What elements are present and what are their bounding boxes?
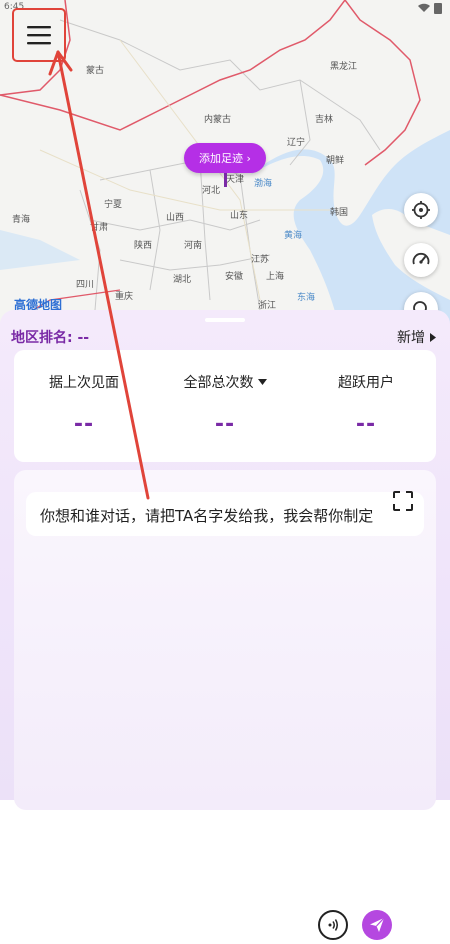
map-label-east-sea: 东海 — [297, 293, 316, 303]
caret-down-icon — [257, 379, 267, 385]
chat-card: 你想和谁对话，请把TA名字发给我，我会帮你制定 — [14, 470, 436, 944]
map-label-bohai: 渤海 — [254, 179, 273, 189]
map-label-hubei: 湖北 — [173, 275, 192, 285]
map-label-shanxi: 山西 — [166, 213, 185, 223]
speedometer-icon — [412, 252, 430, 265]
map-label-inner-mongolia: 内蒙古 — [204, 115, 232, 125]
stat-value: -- — [214, 412, 236, 437]
stat-value: -- — [73, 412, 95, 437]
crosshair-icon — [412, 201, 430, 219]
fullscreen-button[interactable] — [390, 488, 416, 514]
map-label-heilongjiang: 黑龙江 — [330, 62, 358, 72]
region-rank: 地区排名: -- — [11, 327, 89, 347]
map-view[interactable]: 6:45 蒙古 黑龙江 内蒙古 吉林 辽宁 朝鲜 天津 河北 宁夏 山西 山东 … — [0, 0, 450, 330]
map-label-qinghai: 青海 — [12, 215, 31, 225]
add-new-button[interactable]: 新增 — [397, 327, 436, 347]
speedometer-button[interactable] — [404, 243, 438, 277]
add-footprint-button[interactable]: 添加足迹 › — [184, 143, 266, 173]
assistant-message-text: 你想和谁对话，请把TA名字发给我，我会帮你制定 — [40, 507, 374, 525]
map-label-jiangsu: 江苏 — [251, 255, 270, 265]
hamburger-icon — [27, 26, 51, 45]
map-label-henan: 河南 — [184, 241, 203, 251]
add-new-label: 新增 — [397, 330, 425, 346]
map-label-gansu: 甘肃 — [90, 223, 109, 233]
map-label-jilin: 吉林 — [315, 115, 334, 125]
map-label-shanghai: 上海 — [266, 272, 285, 282]
assistant-message-bubble: 你想和谁对话，请把TA名字发给我，我会帮你制定 — [26, 492, 424, 536]
caret-right-icon — [430, 332, 436, 342]
map-label-chongqing: 重庆 — [115, 292, 134, 302]
map-label-shandong: 山东 — [230, 211, 249, 221]
map-label-south-korea: 韩国 — [330, 208, 349, 218]
map-label-yellow-sea: 黄海 — [284, 231, 303, 241]
stats-card: 据上次见面 -- 全部总次数 -- 超跃用户 -- — [14, 350, 436, 462]
map-label-anhui: 安徽 — [225, 272, 244, 282]
send-button[interactable] — [362, 910, 392, 940]
region-rank-label: 地区排名: — [11, 330, 73, 346]
map-pin — [224, 173, 227, 187]
voice-input-button[interactable] — [318, 910, 348, 940]
stat-title: 据上次见面 — [49, 375, 119, 391]
map-label-liaoning: 辽宁 — [287, 138, 306, 148]
wifi-icon — [418, 3, 430, 12]
locate-button[interactable] — [404, 193, 438, 227]
send-icon — [370, 917, 385, 932]
fullscreen-icon — [393, 491, 413, 511]
map-label-tianjin: 天津 — [226, 175, 245, 185]
map-label-hebei: 河北 — [202, 186, 221, 196]
map-label-north-korea: 朝鲜 — [326, 156, 345, 166]
menu-button[interactable] — [12, 8, 66, 62]
voice-wave-icon — [328, 919, 338, 931]
sheet-drag-handle[interactable] — [205, 318, 245, 322]
message-input-bar — [40, 906, 410, 944]
stat-title: 超跃用户 — [338, 375, 394, 391]
map-label-mongolia: 蒙古 — [86, 66, 105, 76]
bottom-sheet: 地区排名: -- 新增 据上次见面 -- 全部总次数 -- 超跃用户 -- 你想… — [0, 310, 450, 944]
map-label-sichuan: 四川 — [76, 280, 95, 290]
region-rank-value: -- — [77, 330, 90, 346]
map-label-shaanxi: 陕西 — [134, 241, 153, 251]
battery-icon — [434, 3, 442, 14]
status-icons — [418, 2, 442, 14]
stat-value: -- — [355, 412, 377, 437]
stat-title: 全部总次数 — [183, 375, 254, 391]
map-label-ningxia: 宁夏 — [104, 200, 123, 210]
message-input[interactable] — [54, 914, 318, 938]
